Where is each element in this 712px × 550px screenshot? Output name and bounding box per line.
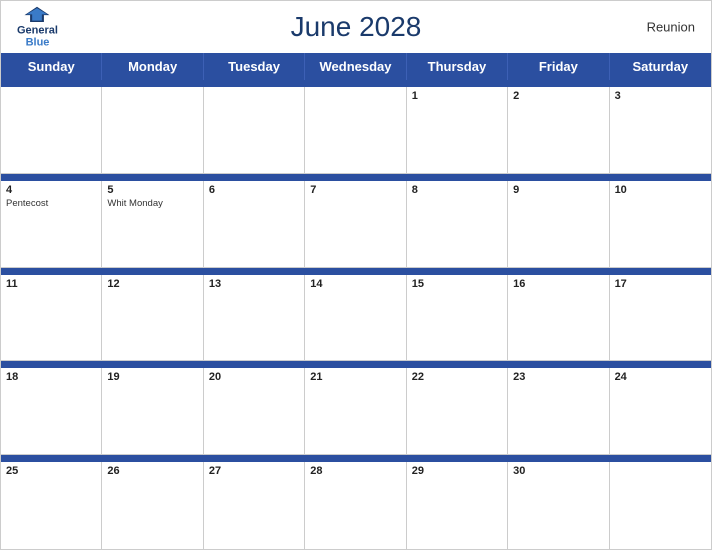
table-cell: 29 xyxy=(407,462,508,549)
calendar-header: General Blue June 2028 Reunion xyxy=(1,1,711,53)
table-cell: 1 xyxy=(407,87,508,174)
week-1: 4 Pentecost 5 Whit Monday 6789 10 xyxy=(1,181,711,268)
logo-line2: Blue xyxy=(26,37,50,49)
cell-date: 8 xyxy=(412,184,502,196)
cell-date: 13 xyxy=(209,278,299,290)
table-cell: 4 Pentecost xyxy=(1,181,102,268)
table-cell: 7 xyxy=(305,181,406,268)
table-cell: 11 xyxy=(1,275,102,362)
weeks-container: 1234Pentecost5Whit Monday678910111213141… xyxy=(1,80,711,549)
week-band-4 xyxy=(1,455,711,462)
day-header-monday: Monday xyxy=(102,53,203,80)
cell-date: 19 xyxy=(107,371,197,383)
table-cell: 3 xyxy=(610,87,711,174)
table-cell: 24 xyxy=(610,368,711,455)
cell-date: 16 xyxy=(513,278,603,290)
cell-date: 11 xyxy=(6,278,96,290)
table-cell: 9 xyxy=(508,181,609,268)
table-cell: 2 xyxy=(508,87,609,174)
cell-date: 24 xyxy=(615,371,706,383)
day-headers: SundayMondayTuesdayWednesdayThursdayFrid… xyxy=(1,53,711,80)
week-band-2 xyxy=(1,268,711,275)
cell-date: 9 xyxy=(513,184,603,196)
table-cell xyxy=(305,87,406,174)
week-row-3: 18 19 20 21 22 23 24 xyxy=(1,368,711,455)
table-cell xyxy=(204,87,305,174)
table-cell: 5 Whit Monday xyxy=(102,181,203,268)
cell-date: 18 xyxy=(6,371,96,383)
table-cell: 6 xyxy=(204,181,305,268)
table-cell: 15 xyxy=(407,275,508,362)
cell-date: 29 xyxy=(412,465,502,477)
cell-date: 5 xyxy=(107,184,197,196)
day-header-saturday: Saturday xyxy=(610,53,711,80)
cell-date: 10 xyxy=(615,184,706,196)
table-cell: 20 xyxy=(204,368,305,455)
logo-line1: General xyxy=(17,24,58,36)
calendar-container: General Blue June 2028 Reunion SundayMon… xyxy=(0,0,712,550)
table-cell: 14 xyxy=(305,275,406,362)
table-cell: 8 xyxy=(407,181,508,268)
week-3: 18 19 20 21 22 23 24 xyxy=(1,368,711,455)
logo-icon xyxy=(23,5,51,23)
table-cell: 25 xyxy=(1,462,102,549)
week-row-1: 4 Pentecost 5 Whit Monday 6789 10 xyxy=(1,181,711,268)
week-band-0 xyxy=(1,80,711,87)
table-cell: 21 xyxy=(305,368,406,455)
cell-date: 3 xyxy=(615,90,706,102)
cell-date: 12 xyxy=(107,278,197,290)
logo: General Blue xyxy=(17,5,58,48)
week-4: 25 26 27 28 29 30 xyxy=(1,462,711,549)
cell-date: 25 xyxy=(6,465,96,477)
day-header-friday: Friday xyxy=(508,53,609,80)
cell-date: 2 xyxy=(513,90,603,102)
cell-date: 17 xyxy=(615,278,706,290)
cell-date: 30 xyxy=(513,465,603,477)
cell-date: 26 xyxy=(107,465,197,477)
day-header-tuesday: Tuesday xyxy=(204,53,305,80)
table-cell: 13 xyxy=(204,275,305,362)
table-cell: 28 xyxy=(305,462,406,549)
week-row-0: 123 xyxy=(1,87,711,174)
table-cell: 26 xyxy=(102,462,203,549)
cell-date: 27 xyxy=(209,465,299,477)
cell-event: Whit Monday xyxy=(107,198,197,209)
week-band-3 xyxy=(1,361,711,368)
cell-date: 23 xyxy=(513,371,603,383)
table-cell: 23 xyxy=(508,368,609,455)
week-row-2: 11 12 13 14 15 16 17 xyxy=(1,275,711,362)
table-cell xyxy=(610,462,711,549)
table-cell: 12 xyxy=(102,275,203,362)
week-row-4: 25 26 27 28 29 30 xyxy=(1,462,711,549)
day-header-wednesday: Wednesday xyxy=(305,53,406,80)
table-cell: 19 xyxy=(102,368,203,455)
cell-date: 1 xyxy=(412,90,502,102)
month-title: June 2028 xyxy=(291,11,422,43)
table-cell: 16 xyxy=(508,275,609,362)
cell-date: 20 xyxy=(209,371,299,383)
cell-date: 7 xyxy=(310,184,400,196)
table-cell: 22 xyxy=(407,368,508,455)
table-cell: 27 xyxy=(204,462,305,549)
region-label: Reunion xyxy=(647,20,695,35)
cell-date: 4 xyxy=(6,184,96,196)
week-band-1 xyxy=(1,174,711,181)
cell-date: 6 xyxy=(209,184,299,196)
day-header-sunday: Sunday xyxy=(1,53,102,80)
week-2: 11 12 13 14 15 16 17 xyxy=(1,275,711,362)
cell-date: 28 xyxy=(310,465,400,477)
cell-date: 21 xyxy=(310,371,400,383)
cell-date: 14 xyxy=(310,278,400,290)
table-cell: 17 xyxy=(610,275,711,362)
cell-date: 22 xyxy=(412,371,502,383)
table-cell: 10 xyxy=(610,181,711,268)
cell-event: Pentecost xyxy=(6,198,96,209)
table-cell: 18 xyxy=(1,368,102,455)
table-cell xyxy=(102,87,203,174)
table-cell xyxy=(1,87,102,174)
cell-date: 15 xyxy=(412,278,502,290)
week-0: 123 xyxy=(1,87,711,174)
day-header-thursday: Thursday xyxy=(407,53,508,80)
table-cell: 30 xyxy=(508,462,609,549)
